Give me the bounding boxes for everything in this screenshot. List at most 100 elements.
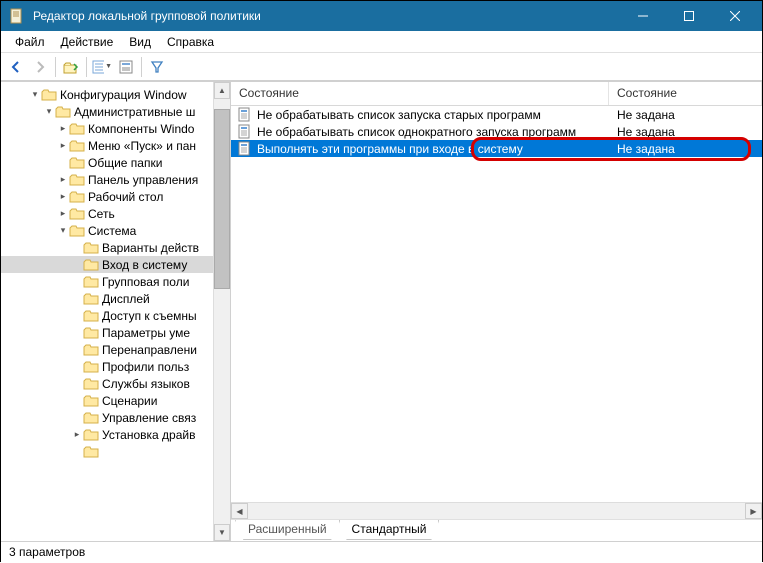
tree-item[interactable]: ▸ Меню «Пуск» и пан bbox=[1, 137, 213, 154]
expand-icon[interactable]: ▸ bbox=[57, 174, 69, 185]
policy-name: Не обрабатывать список запуска старых пр… bbox=[257, 108, 541, 122]
scroll-down-button[interactable]: ▼ bbox=[214, 524, 230, 541]
tree-item[interactable]: ▸Установка драйв bbox=[1, 426, 213, 443]
tree-item[interactable]: Варианты действ bbox=[1, 239, 213, 256]
tree-item-label: Групповая поли bbox=[102, 275, 189, 289]
tree-item[interactable]: Перенаправлени bbox=[1, 341, 213, 358]
tree-item-label: Конфигурация Window bbox=[60, 88, 187, 102]
properties-button[interactable] bbox=[115, 56, 137, 78]
tree-panel: ▾Конфигурация Window▾Административные ш▸… bbox=[1, 82, 231, 541]
tree-item[interactable]: ▸ Сеть bbox=[1, 205, 213, 222]
tree-item[interactable]: Дисплей bbox=[1, 290, 213, 307]
tree-item[interactable]: Групповая поли bbox=[1, 273, 213, 290]
policy-icon bbox=[237, 124, 253, 140]
folder-icon bbox=[69, 173, 85, 187]
tab-standard[interactable]: Стандартный bbox=[339, 520, 440, 540]
tree-item-label: Сеть bbox=[88, 207, 115, 221]
folder-icon bbox=[41, 88, 57, 102]
app-icon bbox=[9, 8, 25, 24]
tree-item[interactable]: Профили польз bbox=[1, 358, 213, 375]
tab-extended[interactable]: Расширенный bbox=[235, 520, 340, 540]
tree-item[interactable]: Доступ к съемны bbox=[1, 307, 213, 324]
minimize-button[interactable] bbox=[620, 1, 666, 31]
menu-help[interactable]: Справка bbox=[159, 33, 222, 51]
expand-icon[interactable]: ▸ bbox=[57, 140, 69, 151]
tree-item[interactable]: Управление связ bbox=[1, 409, 213, 426]
filter-button[interactable] bbox=[146, 56, 168, 78]
policy-list: Состояние Состояние Не обрабатывать спис… bbox=[231, 82, 762, 502]
tree-item-label: Рабочий стол bbox=[88, 190, 163, 204]
menu-bar: Файл Действие Вид Справка bbox=[1, 31, 762, 53]
tree-item-label: Компоненты Windo bbox=[88, 122, 194, 136]
collapse-icon[interactable]: ▾ bbox=[57, 225, 69, 236]
list-header: Состояние Состояние bbox=[231, 82, 762, 106]
policy-status: Не задана bbox=[609, 125, 762, 139]
toolbar: ▼ bbox=[1, 53, 762, 81]
policy-status: Не задана bbox=[609, 108, 762, 122]
tree-item-label: Меню «Пуск» и пан bbox=[88, 139, 196, 153]
expand-icon[interactable]: ▸ bbox=[57, 208, 69, 219]
folder-icon bbox=[83, 445, 99, 459]
folder-icon bbox=[83, 326, 99, 340]
collapse-icon[interactable]: ▾ bbox=[29, 89, 41, 100]
tree-item[interactable]: ▸ Рабочий стол bbox=[1, 188, 213, 205]
menu-action[interactable]: Действие bbox=[53, 33, 122, 51]
tree-item[interactable]: Параметры уме bbox=[1, 324, 213, 341]
tree-item-label: Перенаправлени bbox=[102, 343, 197, 357]
tree-item[interactable]: ▸ Компоненты Windo bbox=[1, 120, 213, 137]
list-scrollbar-x[interactable]: ◀ ▶ bbox=[231, 502, 762, 519]
tree-item[interactable] bbox=[1, 443, 213, 460]
policy-status: Не задана bbox=[609, 142, 762, 156]
tree-item[interactable]: ▾ Система bbox=[1, 222, 213, 239]
tree-item[interactable]: Общие папки bbox=[1, 154, 213, 171]
tree-scrollbar[interactable]: ▲ ▼ bbox=[213, 82, 230, 541]
tree-item[interactable]: ▸ Панель управления bbox=[1, 171, 213, 188]
tree-item[interactable]: ▾ Конфигурация Window bbox=[1, 86, 213, 103]
scroll-up-button[interactable]: ▲ bbox=[214, 82, 230, 99]
policy-row[interactable]: Не обрабатывать список однократного запу… bbox=[231, 123, 762, 140]
folder-icon bbox=[69, 122, 85, 136]
forward-button[interactable] bbox=[29, 56, 51, 78]
expand-icon[interactable]: ▸ bbox=[71, 429, 83, 440]
up-button[interactable] bbox=[60, 56, 82, 78]
folder-icon bbox=[83, 360, 99, 374]
list-button[interactable]: ▼ bbox=[91, 56, 113, 78]
back-button[interactable] bbox=[5, 56, 27, 78]
folder-icon bbox=[69, 190, 85, 204]
folder-icon bbox=[83, 275, 99, 289]
policy-row[interactable]: Выполнять эти программы при входе в сист… bbox=[231, 140, 762, 157]
folder-icon bbox=[83, 258, 99, 272]
scroll-left-button[interactable]: ◀ bbox=[231, 503, 248, 519]
folder-icon bbox=[83, 428, 99, 442]
tree[interactable]: ▾Конфигурация Window▾Административные ш▸… bbox=[1, 82, 213, 541]
menu-view[interactable]: Вид bbox=[121, 33, 159, 51]
header-status[interactable]: Состояние bbox=[609, 82, 762, 105]
tree-item-label: Административные ш bbox=[74, 105, 195, 119]
tree-item-label: Система bbox=[88, 224, 136, 238]
window-title: Редактор локальной групповой политики bbox=[33, 9, 620, 23]
tree-item-label: Службы языков bbox=[102, 377, 190, 391]
folder-icon bbox=[69, 207, 85, 221]
policy-name: Не обрабатывать список однократного запу… bbox=[257, 125, 576, 139]
expand-icon[interactable]: ▸ bbox=[57, 123, 69, 134]
tree-item-label: Управление связ bbox=[102, 411, 196, 425]
header-name[interactable]: Состояние bbox=[231, 82, 609, 105]
close-button[interactable] bbox=[712, 1, 758, 31]
status-bar: 3 параметров bbox=[1, 541, 762, 563]
tree-item-label: Панель управления bbox=[88, 173, 198, 187]
tree-item[interactable]: Службы языков bbox=[1, 375, 213, 392]
maximize-button[interactable] bbox=[666, 1, 712, 31]
tree-item[interactable]: ▾ Административные ш bbox=[1, 103, 213, 120]
menu-file[interactable]: Файл bbox=[7, 33, 53, 51]
scroll-right-button[interactable]: ▶ bbox=[745, 503, 762, 519]
tree-item-label: Дисплей bbox=[102, 292, 150, 306]
view-tabs: Расширенный Стандартный bbox=[231, 519, 762, 541]
tree-item[interactable]: Сценарии bbox=[1, 392, 213, 409]
collapse-icon[interactable]: ▾ bbox=[43, 106, 55, 117]
tree-item[interactable]: Вход в систему bbox=[1, 256, 213, 273]
expand-icon[interactable]: ▸ bbox=[57, 191, 69, 202]
scroll-thumb[interactable] bbox=[214, 109, 230, 289]
tree-item-label: Параметры уме bbox=[102, 326, 190, 340]
policy-row[interactable]: Не обрабатывать список запуска старых пр… bbox=[231, 106, 762, 123]
tree-item-label: Сценарии bbox=[102, 394, 157, 408]
